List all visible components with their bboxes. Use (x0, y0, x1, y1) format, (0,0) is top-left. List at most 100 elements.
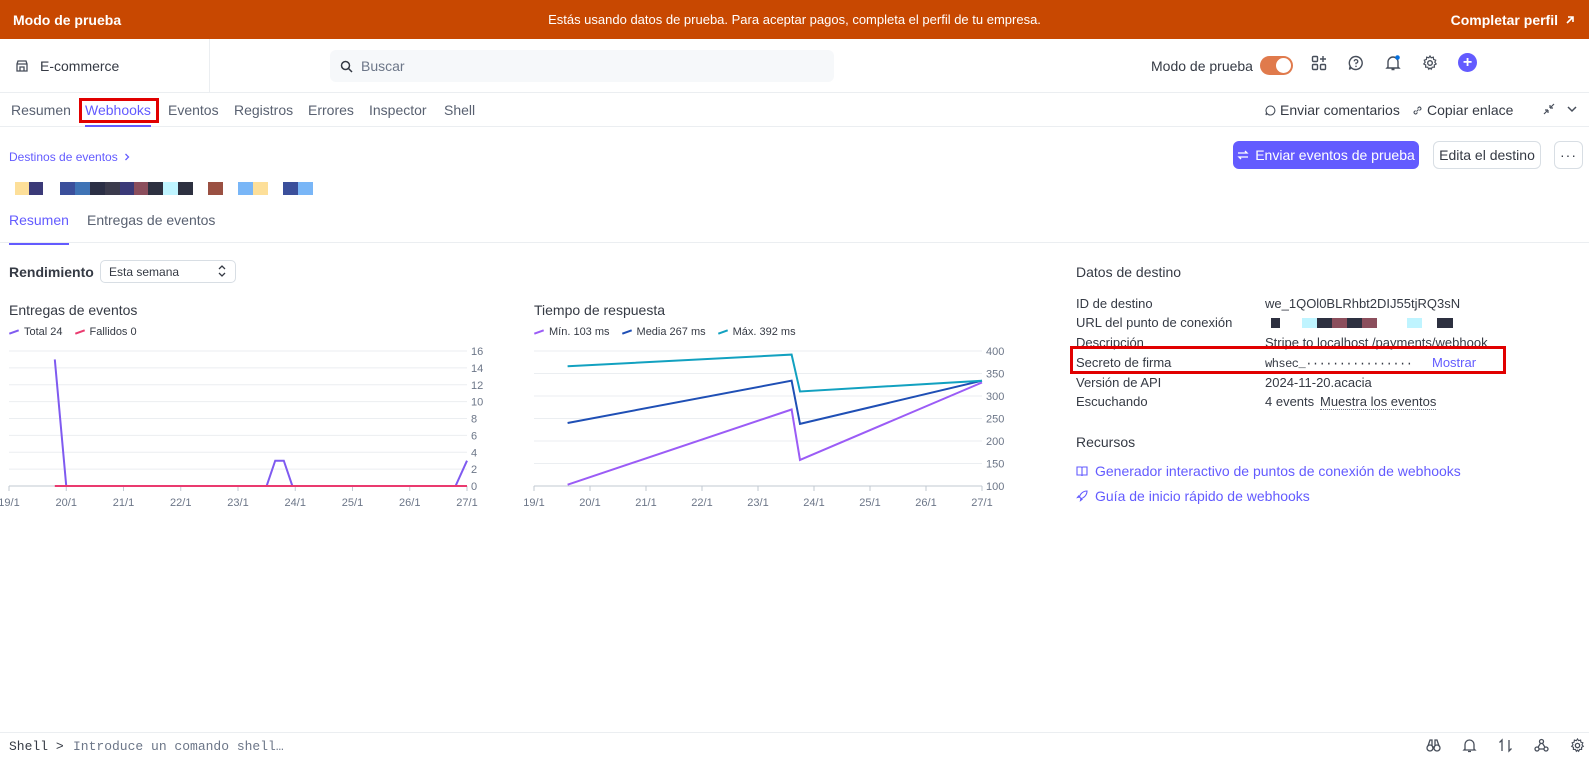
top-header: E-commerce Buscar Modo de prueba + (0, 39, 1589, 93)
top-tabs: Resumen Webhooks Eventos Registros Error… (0, 93, 1589, 127)
edit-destination-button[interactable]: Edita el destino (1433, 141, 1541, 169)
legend-swatch (717, 329, 728, 335)
resources-title: Recursos (1076, 434, 1136, 450)
help-icon[interactable] (1347, 54, 1365, 72)
settings-gear-icon[interactable] (1569, 737, 1585, 753)
legend-item-max: Máx. 392 ms (717, 326, 796, 338)
detail-value-listening: 4 events (1265, 394, 1315, 409)
send-test-events-button[interactable]: Enviar eventos de prueba (1233, 141, 1419, 169)
legend-item-failed: Fallidos 0 (74, 326, 137, 338)
legend-label-avg: Media 267 ms (636, 326, 706, 338)
test-mode-switch[interactable]: Modo de prueba (1151, 56, 1293, 75)
shell-bar-icons (1425, 737, 1585, 753)
redacted-destination-name (15, 182, 313, 195)
legend-item-min: Mín. 103 ms (533, 326, 610, 338)
tab-shell[interactable]: Shell (444, 102, 475, 118)
test-mode-banner: Modo de prueba Estás usando datos de pru… (0, 0, 1589, 39)
x-tick-label: 27/1 (971, 497, 992, 509)
collapse-icon[interactable] (1543, 103, 1555, 115)
select-chevrons-icon (218, 265, 226, 278)
subtab-resumen[interactable]: Resumen (9, 212, 69, 245)
y-tick-label: 250 (986, 414, 1004, 426)
chevron-down-icon[interactable] (1566, 103, 1578, 115)
test-mode-toggle[interactable] (1259, 56, 1293, 75)
x-tick-label: 27/1 (456, 497, 477, 509)
apps-icon[interactable] (1310, 54, 1328, 72)
copy-link-label: Copiar enlace (1427, 102, 1514, 118)
subtab-entregas[interactable]: Entregas de eventos (87, 212, 215, 228)
account-switcher[interactable]: E-commerce (0, 39, 210, 93)
highlight-box-signing-secret (1070, 346, 1506, 374)
breadcrumb[interactable]: Destinos de eventos (9, 150, 131, 164)
banner-mode-label: Modo de prueba (13, 11, 122, 28)
detail-label-id: ID de destino (1076, 296, 1153, 311)
webhook-icon[interactable] (1533, 737, 1549, 753)
y-tick-label: 200 (986, 436, 1004, 448)
tab-errores[interactable]: Errores (308, 102, 354, 118)
x-tick-label: 23/1 (227, 497, 248, 509)
legend-swatch (533, 329, 545, 335)
y-tick-label: 0 (471, 481, 477, 493)
search-icon (340, 60, 353, 73)
tab-registros[interactable]: Registros (234, 102, 293, 118)
series-line-1 (567, 379, 983, 426)
x-tick-label: 20/1 (579, 497, 600, 509)
x-tick-label: 19/1 (523, 497, 544, 509)
breadcrumb-destinations: Destinos de eventos (9, 150, 118, 164)
shell-label: Shell > (9, 739, 64, 754)
x-tick-label: 26/1 (399, 497, 420, 509)
resource-link-endpoint-builder[interactable]: Generador interactivo de puntos de conex… (1076, 463, 1461, 479)
notifications-bell-icon[interactable] (1384, 54, 1402, 72)
account-name: E-commerce (40, 58, 120, 74)
binoculars-icon[interactable] (1425, 737, 1441, 753)
rocket-icon (1076, 490, 1088, 502)
legend-label-max: Máx. 392 ms (732, 326, 796, 338)
create-plus-icon[interactable]: + (1458, 53, 1477, 72)
deliveries-line-chart: 0 2 4 6 8 10 12 14 16 19/1 20/1 21/1 22/1 23/1 24/1 25/… (0, 346, 483, 509)
search-placeholder: Buscar (361, 58, 405, 74)
y-tick-label: 350 (986, 369, 1004, 381)
shell-command-input[interactable]: Introduce un comando shell… (73, 739, 284, 754)
tab-resumen[interactable]: Resumen (11, 102, 71, 118)
more-options-button[interactable]: ··· (1554, 141, 1583, 169)
y-tick-label: 16 (471, 346, 483, 358)
deliveries-chart-title: Entregas de eventos (9, 302, 138, 318)
destination-details-title: Datos de destino (1076, 264, 1182, 280)
tab-inspector[interactable]: Inspector (369, 102, 427, 118)
test-mode-label: Modo de prueba (1151, 57, 1253, 74)
redacted-endpoint-url (1265, 318, 1453, 328)
period-select[interactable]: Esta semana (100, 260, 236, 283)
x-tick-label: 20/1 (56, 497, 77, 509)
settings-gear-icon[interactable] (1421, 54, 1439, 72)
response-time-chart-legend: Mín. 103 ms Media 267 ms Máx. 392 ms (533, 326, 796, 338)
legend-label-total: Total 24 (24, 326, 63, 338)
copy-link-button[interactable]: Copiar enlace (1412, 102, 1513, 118)
complete-profile-label: Completar perfil (1450, 11, 1558, 28)
x-tick-label: 21/1 (635, 497, 656, 509)
sort-arrows-icon[interactable] (1497, 737, 1513, 753)
response-time-line-chart: 100 150 200 250 300 350 400 19/1 20/1 21/1 22/1 23/… (523, 346, 1004, 509)
search-input[interactable]: Buscar (330, 50, 834, 82)
resource-link-quickstart[interactable]: Guía de inicio rápido de webhooks (1076, 488, 1310, 504)
detail-label-url: URL del punto de conexión (1076, 315, 1233, 330)
detail-value-id[interactable]: we_1QOl0BLRhbt2DIJ55tjRQ3sN (1265, 296, 1460, 311)
y-tick-label: 2 (471, 464, 477, 476)
show-events-link[interactable]: Muestra los eventos (1320, 394, 1437, 410)
send-test-events-label: Enviar eventos de prueba (1255, 147, 1415, 163)
series-line-0 (53, 359, 468, 487)
x-tick-label: 19/1 (0, 497, 20, 509)
x-tick-label: 24/1 (803, 497, 824, 509)
detail-label-listening: Escuchando (1076, 394, 1148, 409)
detail-label-api-version: Versión de API (1076, 375, 1162, 390)
send-feedback-link[interactable]: Enviar comentarios (1265, 102, 1400, 118)
legend-label-failed: Fallidos 0 (89, 326, 137, 338)
header-icons: + (1310, 53, 1477, 72)
legend-item-total: Total 24 (8, 326, 63, 338)
period-select-value: Esta semana (109, 264, 180, 279)
complete-profile-link[interactable]: Completar perfil (1451, 12, 1576, 28)
y-tick-label: 14 (471, 363, 483, 375)
tab-eventos[interactable]: Eventos (168, 102, 219, 118)
send-feedback-label: Enviar comentarios (1280, 102, 1400, 118)
x-tick-label: 26/1 (915, 497, 936, 509)
bell-icon[interactable] (1461, 737, 1477, 753)
